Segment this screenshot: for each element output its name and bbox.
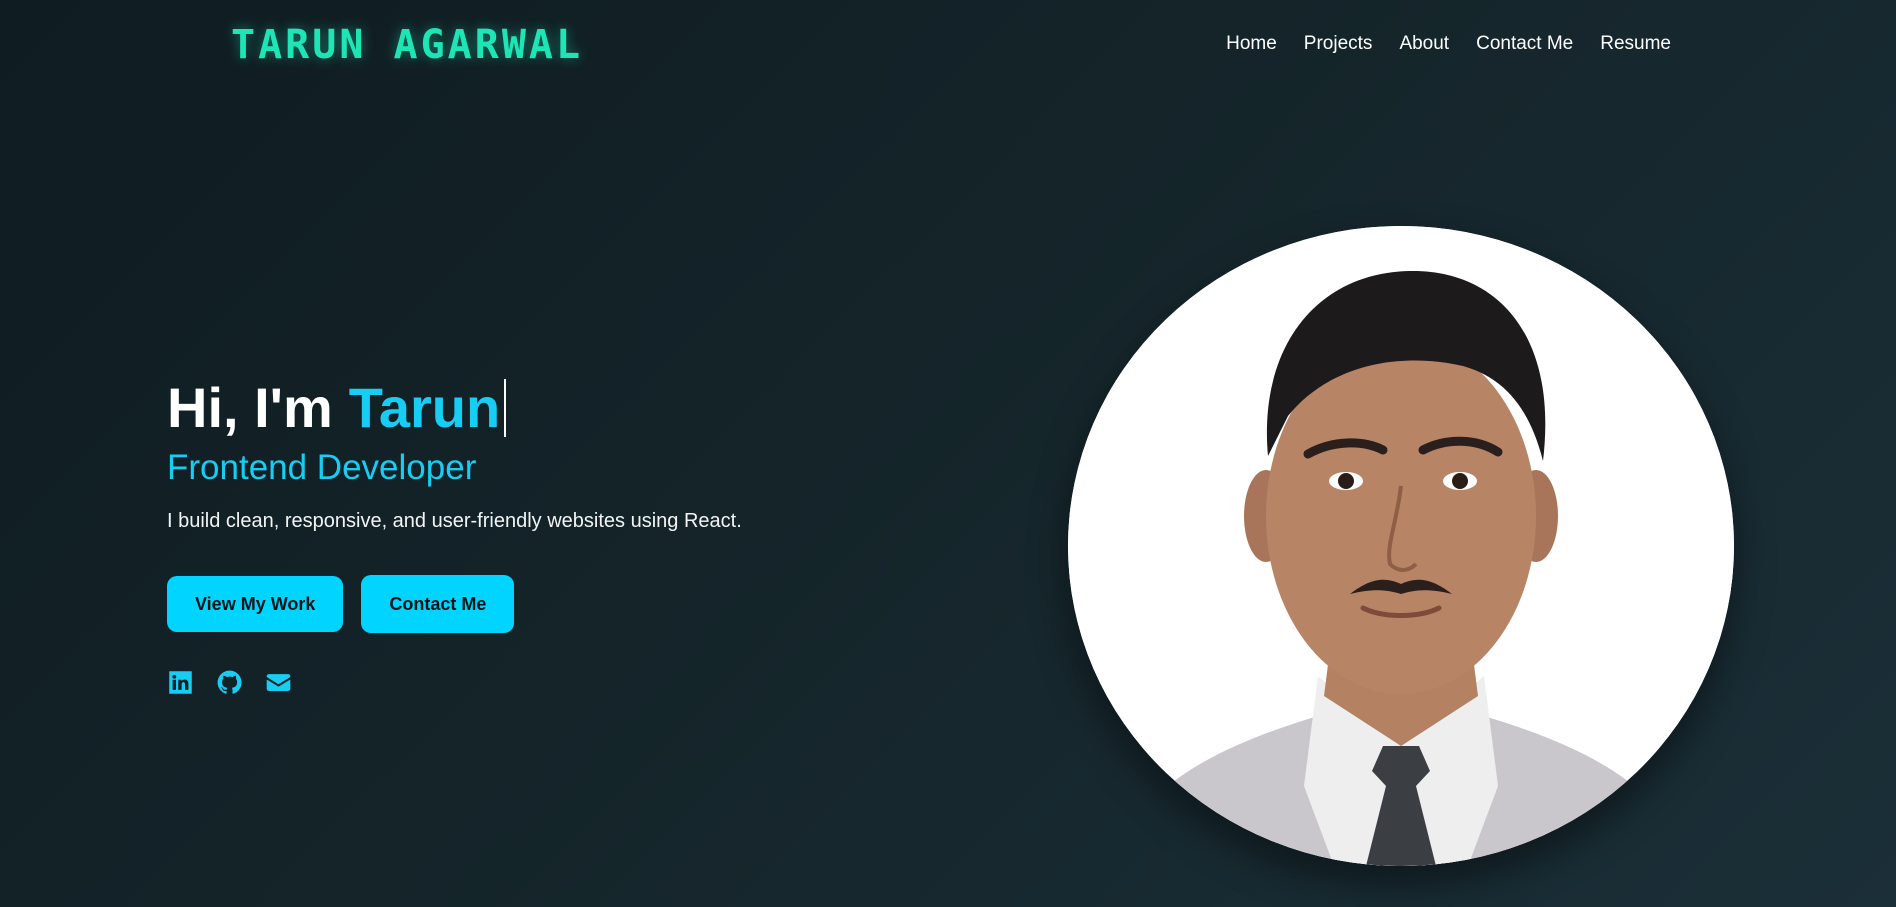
greeting-prefix: Hi, I'm [167,376,333,439]
social-links [167,669,867,696]
hero-tagline: I build clean, responsive, and user-frie… [167,510,742,532]
nav-contact-me[interactable]: Contact Me [1476,32,1573,56]
nav-home[interactable]: Home [1226,32,1277,56]
site-logo[interactable]: TARUN AGARWAL [231,22,583,68]
linkedin-icon[interactable] [167,669,194,696]
nav-about[interactable]: About [1399,32,1449,56]
email-icon[interactable] [265,669,292,696]
nav-resume[interactable]: Resume [1600,32,1671,56]
typing-cursor [504,379,507,437]
hero-greeting: Hi, I'm Tarun [167,372,867,444]
hero-buttons: View My Work Contact Me [167,575,867,633]
github-icon[interactable] [216,669,243,696]
nav-projects[interactable]: Projects [1304,32,1373,56]
main-nav: Home Projects About Contact Me Resume [1226,32,1671,56]
profile-photo [1068,226,1734,866]
hero-section: Hi, I'm Tarun Frontend Developer I build… [167,372,867,696]
greeting-name: Tarun [348,376,501,439]
contact-me-button[interactable]: Contact Me [361,575,515,633]
view-my-work-button[interactable]: View My Work [167,576,344,632]
hero-role: Frontend Developer [167,448,477,487]
